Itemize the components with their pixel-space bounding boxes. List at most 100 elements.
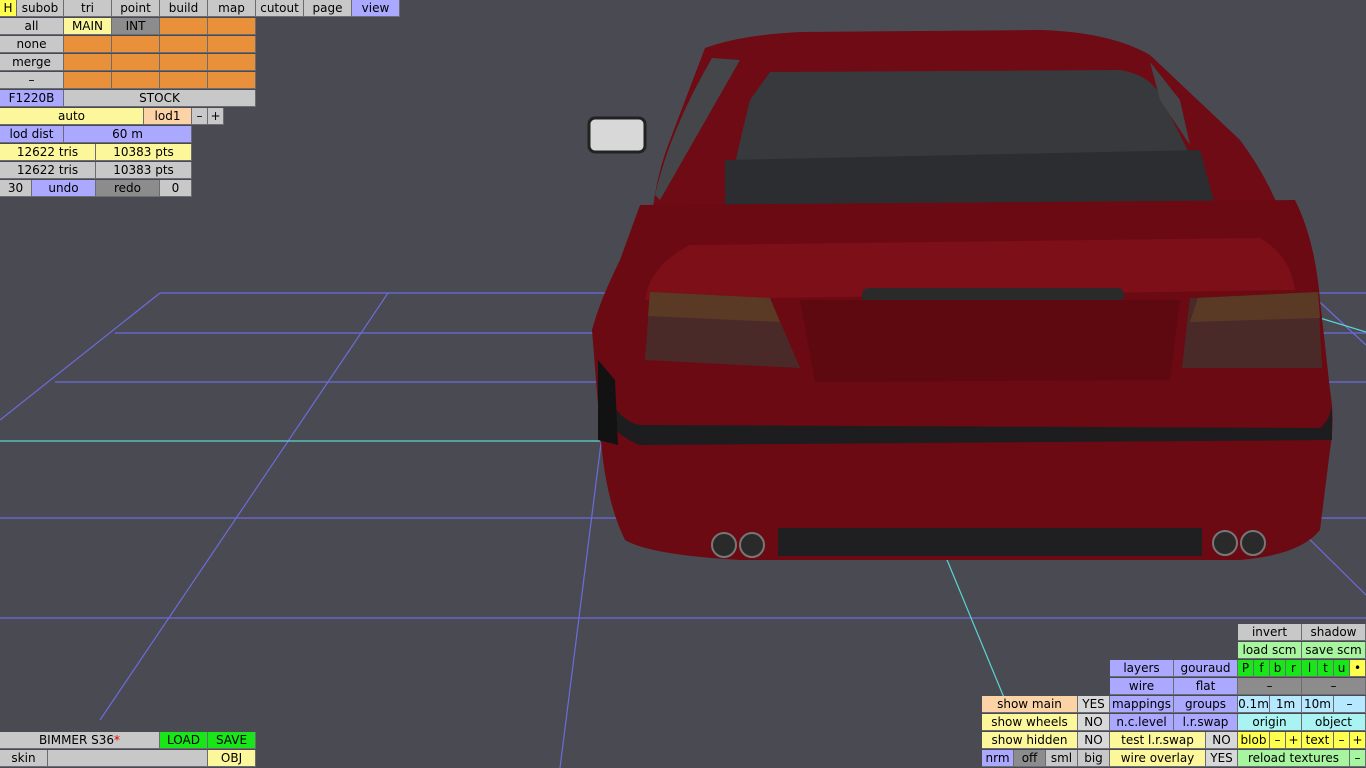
skin-button[interactable]: skin — [0, 750, 48, 767]
group-slot[interactable] — [208, 54, 256, 71]
lod-dist-value[interactable]: 60 m — [64, 126, 192, 143]
menu-point[interactable]: point — [112, 0, 160, 17]
group-slot[interactable] — [64, 36, 112, 53]
load-button[interactable]: LOAD — [160, 732, 208, 749]
merge-button[interactable]: merge — [0, 54, 64, 71]
lr-swap-button[interactable]: l.r.swap — [1174, 714, 1238, 731]
show-hidden-button[interactable]: show hidden — [982, 732, 1078, 749]
view-u-button[interactable]: u — [1334, 660, 1350, 677]
lod-dist-label: lod dist — [0, 126, 64, 143]
big-button[interactable]: big — [1078, 750, 1110, 767]
main-button[interactable]: MAIN — [64, 18, 112, 35]
show-main-value[interactable]: YES — [1078, 696, 1110, 713]
lod-level[interactable]: lod1 — [144, 108, 192, 125]
groups-button[interactable]: groups — [1174, 696, 1238, 713]
wire-overlay-value[interactable]: YES — [1206, 750, 1238, 767]
save-scm-button[interactable]: save scm — [1302, 642, 1366, 659]
sml-button[interactable]: sml — [1046, 750, 1078, 767]
off-button[interactable]: off — [1014, 750, 1046, 767]
group-slot[interactable] — [160, 72, 208, 89]
gouraud-button[interactable]: gouraud — [1174, 660, 1238, 677]
blob-button[interactable]: blob — [1238, 732, 1270, 749]
lod-minus-button[interactable]: – — [192, 108, 208, 125]
text-button[interactable]: text — [1302, 732, 1334, 749]
menu-subob[interactable]: subob — [17, 0, 64, 17]
wire-overlay-button[interactable]: wire overlay — [1110, 750, 1206, 767]
flat-button[interactable]: flat — [1174, 678, 1238, 695]
nrm-button[interactable]: nrm — [982, 750, 1014, 767]
show-wheels-value[interactable]: NO — [1078, 714, 1110, 731]
text-plus-button[interactable]: + — [1350, 732, 1366, 749]
reload-textures-button[interactable]: reload textures — [1238, 750, 1350, 767]
load-scm-button[interactable]: load scm — [1238, 642, 1302, 659]
group-slot[interactable] — [64, 54, 112, 71]
lod-plus-button[interactable]: + — [208, 108, 224, 125]
dash-button-right[interactable]: – — [1302, 678, 1366, 695]
select-none-button[interactable]: none — [0, 36, 64, 53]
model-id[interactable]: F1220B — [0, 90, 64, 107]
menu-page[interactable]: page — [304, 0, 352, 17]
group-slot[interactable] — [112, 54, 160, 71]
view-l-button[interactable]: l — [1302, 660, 1318, 677]
mappings-button[interactable]: mappings — [1110, 696, 1174, 713]
show-wheels-button[interactable]: show wheels — [982, 714, 1078, 731]
blob-plus-button[interactable]: + — [1286, 732, 1302, 749]
menu-cutout[interactable]: cutout — [256, 0, 304, 17]
undo-button[interactable]: undo — [32, 180, 96, 197]
dash-button[interactable]: – — [0, 72, 64, 89]
group-slot[interactable] — [112, 72, 160, 89]
menu-map[interactable]: map — [208, 0, 256, 17]
variant-button[interactable]: STOCK — [64, 90, 256, 107]
tris-count-total: 12622 tris — [0, 162, 96, 179]
redo-button[interactable]: redo — [96, 180, 160, 197]
menu-view[interactable]: view — [352, 0, 400, 17]
show-hidden-value[interactable]: NO — [1078, 732, 1110, 749]
view-f-button[interactable]: f — [1254, 660, 1270, 677]
object-button[interactable]: object — [1302, 714, 1366, 731]
menu-build[interactable]: build — [160, 0, 208, 17]
shadow-button[interactable]: shadow — [1302, 624, 1366, 641]
group-slot[interactable] — [64, 72, 112, 89]
wire-button[interactable]: wire — [1110, 678, 1174, 695]
invert-button[interactable]: invert — [1238, 624, 1302, 641]
text-minus-button[interactable]: – — [1334, 732, 1350, 749]
group-slot[interactable] — [208, 72, 256, 89]
grid-0.1m-button[interactable]: 0.1m — [1238, 696, 1270, 713]
menu-h[interactable]: H — [0, 0, 17, 17]
origin-button[interactable]: origin — [1238, 714, 1302, 731]
int-button[interactable]: INT — [112, 18, 160, 35]
layers-button[interactable]: layers — [1110, 660, 1174, 677]
file-name-text: BIMMER S36 — [38, 733, 115, 747]
grid-10m-button[interactable]: 10m — [1302, 696, 1334, 713]
view-r-button[interactable]: r — [1286, 660, 1302, 677]
save-button[interactable]: SAVE — [208, 732, 256, 749]
modified-mark: * — [114, 733, 121, 747]
view-t-button[interactable]: t — [1318, 660, 1334, 677]
grid-minus-button[interactable]: – — [1334, 696, 1366, 713]
group-slot[interactable] — [112, 36, 160, 53]
dash-button-left[interactable]: – — [1238, 678, 1302, 695]
test-lr-swap-button[interactable]: test l.r.swap — [1110, 732, 1206, 749]
view-b-button[interactable]: b — [1270, 660, 1286, 677]
file-name[interactable]: BIMMER S36* — [0, 732, 160, 749]
view-p-button[interactable]: P — [1238, 660, 1254, 677]
group-slot[interactable] — [160, 36, 208, 53]
redo-count: 0 — [160, 180, 192, 197]
pts-count-total: 10383 pts — [96, 162, 192, 179]
reload-minus-button[interactable]: – — [1350, 750, 1366, 767]
blob-minus-button[interactable]: – — [1270, 732, 1286, 749]
group-slot[interactable] — [160, 54, 208, 71]
skin-field[interactable] — [48, 750, 208, 767]
view-dot-button[interactable]: • — [1350, 660, 1366, 677]
nc-level-button[interactable]: n.c.level — [1110, 714, 1174, 731]
show-main-button[interactable]: show main — [982, 696, 1078, 713]
group-slot[interactable] — [208, 36, 256, 53]
menu-tri[interactable]: tri — [64, 0, 112, 17]
obj-button[interactable]: OBJ — [208, 750, 256, 767]
group-slot[interactable] — [160, 18, 208, 35]
grid-1m-button[interactable]: 1m — [1270, 696, 1302, 713]
group-slot[interactable] — [208, 18, 256, 35]
lod-auto-button[interactable]: auto — [0, 108, 144, 125]
test-lr-swap-value[interactable]: NO — [1206, 732, 1238, 749]
select-all-button[interactable]: all — [0, 18, 64, 35]
